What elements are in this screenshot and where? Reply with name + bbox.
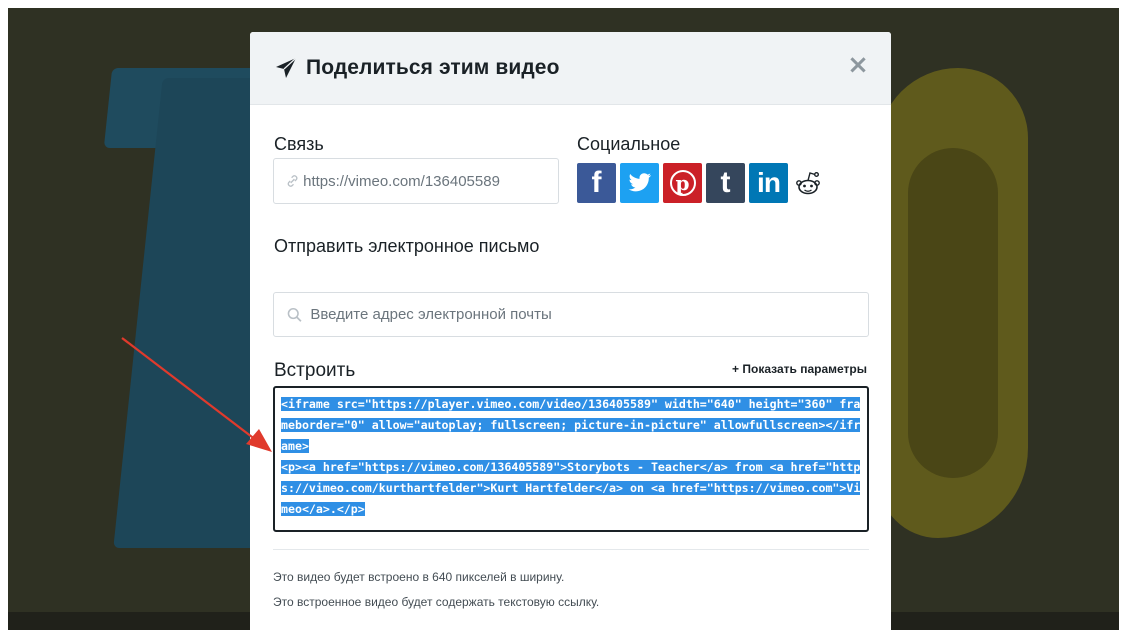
search-icon bbox=[287, 307, 302, 322]
embed-label: Встроить bbox=[274, 360, 356, 381]
link-field[interactable] bbox=[273, 158, 559, 204]
social-label: Социальное bbox=[577, 134, 681, 154]
close-icon[interactable]: × bbox=[847, 52, 869, 78]
facebook-glyph: f bbox=[591, 166, 602, 199]
social-buttons: f p t in bbox=[577, 163, 828, 203]
twitter-bird-glyph bbox=[628, 173, 651, 192]
pinterest-icon[interactable]: p bbox=[663, 163, 702, 203]
link-icon bbox=[287, 175, 298, 187]
share-modal: Поделиться этим видео × Связь Социальное… bbox=[250, 32, 891, 630]
backdrop-number-three-shade bbox=[908, 148, 998, 478]
show-params-link[interactable]: + Показать параметры bbox=[732, 362, 867, 376]
embed-code-box[interactable]: <iframe src="https://player.vimeo.com/vi… bbox=[273, 386, 869, 532]
link-input[interactable] bbox=[303, 172, 558, 190]
reddit-alien-glyph bbox=[796, 171, 820, 195]
email-field[interactable] bbox=[273, 292, 869, 337]
width-note: Это видео будет встроено в 640 пикселей … bbox=[273, 570, 565, 584]
paper-plane-icon bbox=[276, 57, 297, 78]
link-note: Это встроенное видео будет содержать тек… bbox=[273, 595, 600, 609]
linkedin-icon[interactable]: in bbox=[749, 163, 788, 203]
email-input[interactable] bbox=[310, 306, 868, 323]
tumblr-glyph: t bbox=[720, 166, 731, 199]
divider bbox=[273, 549, 869, 550]
reddit-icon[interactable] bbox=[792, 163, 824, 203]
twitter-icon[interactable] bbox=[620, 163, 659, 203]
modal-title: Поделиться этим видео bbox=[306, 56, 560, 79]
modal-title-wrap: Поделиться этим видео bbox=[274, 56, 560, 80]
email-label: Отправить электронное письмо bbox=[274, 236, 540, 256]
linkedin-glyph: in bbox=[757, 167, 781, 198]
pinterest-glyph: p bbox=[669, 170, 696, 196]
tumblr-icon[interactable]: t bbox=[706, 163, 745, 203]
modal-header: Поделиться этим видео × bbox=[250, 32, 891, 105]
annotation-arrow-icon bbox=[121, 337, 272, 452]
link-label: Связь bbox=[274, 134, 324, 154]
facebook-icon[interactable]: f bbox=[577, 163, 616, 203]
embed-code[interactable]: <iframe src="https://player.vimeo.com/vi… bbox=[281, 394, 861, 520]
embed-code-text: <iframe src="https://player.vimeo.com/vi… bbox=[281, 397, 861, 516]
